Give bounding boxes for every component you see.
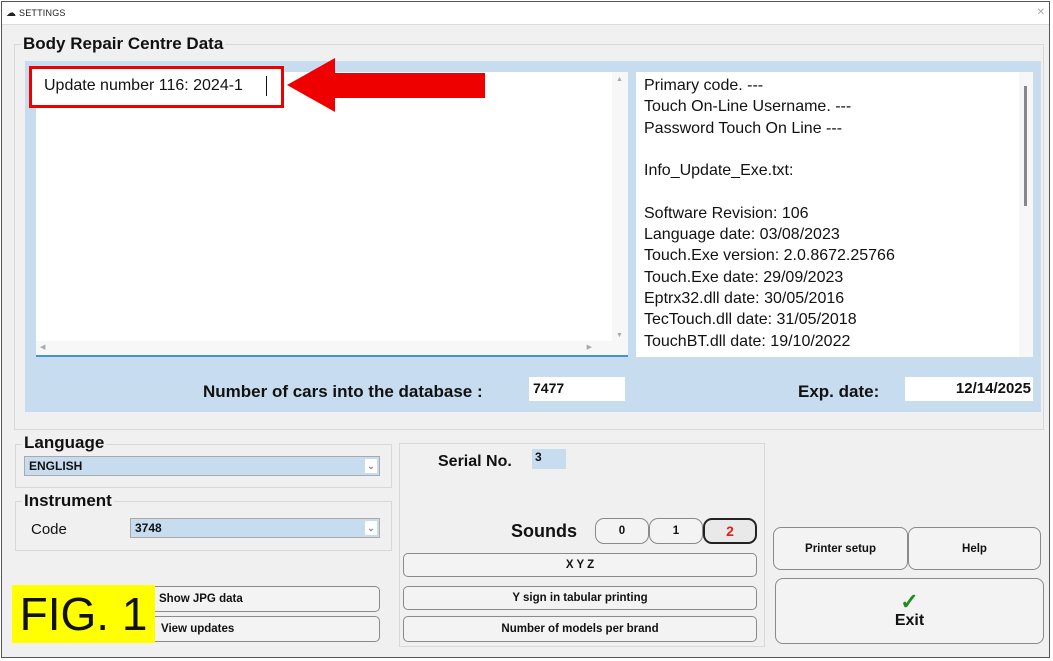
view-updates-button[interactable]: View updates [148, 616, 380, 642]
view-updates-label: View updates [161, 623, 235, 635]
window-title: SETTINGS [19, 8, 66, 18]
info-line: Touch.Exe date: 29/09/2023 [644, 268, 844, 286]
sounds-label: Sounds [511, 521, 577, 541]
show-jpg-data-button[interactable]: Show JPG data [148, 586, 380, 612]
checkmark-icon: ✓ [900, 589, 919, 614]
info-line: Primary code. --- [644, 77, 764, 94]
cars-count-label: Number of cars into the database : [203, 382, 483, 401]
y-sign-button[interactable]: Y sign in tabular printing [403, 586, 757, 610]
instrument-group-title: Instrument [22, 491, 114, 511]
info-lines: Primary code. --- Touch On-Line Username… [644, 77, 895, 354]
info-line [644, 183, 895, 204]
y-sign-button-label: Y sign in tabular printing [512, 592, 648, 604]
update-number-text: Update number 116: 2024-1 [44, 77, 243, 94]
instrument-code-select[interactable]: 3748 ⌄ [130, 518, 380, 538]
instrument-code-label: Code [31, 521, 67, 538]
info-line: Info_Update_Exe.txt: [644, 162, 794, 180]
scroll-left-icon[interactable]: ◀ [40, 343, 45, 351]
figure-label-text: FIG. 1 [19, 588, 148, 640]
update-list-vscroll[interactable]: ▲ ▼ [612, 72, 628, 355]
chevron-down-icon[interactable]: ⌄ [365, 521, 377, 535]
printer-setup-button[interactable]: Printer setup [773, 527, 908, 570]
text-cursor [266, 76, 267, 96]
sound-option-0[interactable]: 0 [595, 518, 649, 544]
info-line: Eptrx32.dll date: 30/05/2016 [644, 289, 845, 307]
show-jpg-data-label: Show JPG data [159, 593, 243, 605]
figure-label: FIG. 1 [12, 585, 155, 643]
sound-option-0-label: 0 [618, 525, 626, 537]
update-list-hscroll[interactable]: ◀ ▶ [36, 341, 612, 355]
scroll-right-icon[interactable]: ▶ [587, 343, 592, 351]
exp-date-label: Exp. date: [798, 382, 880, 401]
title-bar: ☁ SETTINGS ✕ [2, 2, 1049, 25]
sound-option-2-label: 2 [726, 523, 734, 539]
update-list-box[interactable]: ▲ ▼ ◀ ▶ [36, 72, 628, 357]
app-icon: ☁ [6, 8, 16, 19]
language-select-value: ENGLISH [29, 459, 83, 473]
language-select[interactable]: ENGLISH ⌄ [24, 456, 380, 476]
scroll-down-icon[interactable]: ▼ [616, 332, 623, 339]
sound-option-1-label: 1 [672, 525, 680, 537]
help-label: Help [962, 542, 987, 555]
info-line: TecTouch.dll date: 31/05/2018 [644, 311, 857, 329]
sound-option-1[interactable]: 1 [649, 518, 703, 544]
xyz-button-label: X Y Z [565, 559, 595, 571]
models-per-brand-button[interactable]: Number of models per brand [403, 616, 757, 642]
info-line [644, 141, 895, 162]
info-line: Password Touch On Line --- [644, 119, 843, 137]
info-box[interactable]: Primary code. --- Touch On-Line Username… [636, 72, 1033, 357]
info-line: Software Revision: 106 [644, 204, 809, 222]
help-button[interactable]: Help [908, 527, 1041, 570]
serial-no-value: 3 [532, 449, 566, 469]
serial-no-label: Serial No. [438, 453, 512, 470]
info-box-vscroll[interactable] [1019, 72, 1033, 357]
cars-count-value: 7477 [529, 377, 625, 401]
printer-setup-label: Printer setup [805, 542, 876, 555]
info-line: Language date: 03/08/2023 [644, 226, 840, 244]
language-group-title: Language [22, 433, 107, 453]
close-icon[interactable]: ✕ [1037, 7, 1045, 18]
info-scroll-thumb[interactable] [1024, 86, 1027, 206]
models-per-brand-button-label: Number of models per brand [501, 623, 659, 635]
chevron-down-icon[interactable]: ⌄ [365, 459, 377, 473]
scroll-up-icon[interactable]: ▲ [616, 76, 623, 83]
red-arrow-annotation [287, 58, 485, 112]
instrument-code-value: 3748 [135, 521, 162, 535]
body-repair-group-title: Body Repair Centre Data [21, 34, 226, 54]
info-line: TouchBT.dll date: 19/10/2022 [644, 332, 851, 350]
info-line: Touch.Exe version: 2.0.8672.25766 [644, 247, 895, 265]
exp-date-value: 12/14/2025 [905, 377, 1033, 401]
exit-label: Exit [894, 612, 925, 629]
info-line: Touch On-Line Username. --- [644, 98, 852, 116]
xyz-button[interactable]: X Y Z [403, 553, 757, 577]
exit-button[interactable]: ✓ Exit [775, 578, 1044, 644]
sound-option-2[interactable]: 2 [703, 518, 757, 544]
